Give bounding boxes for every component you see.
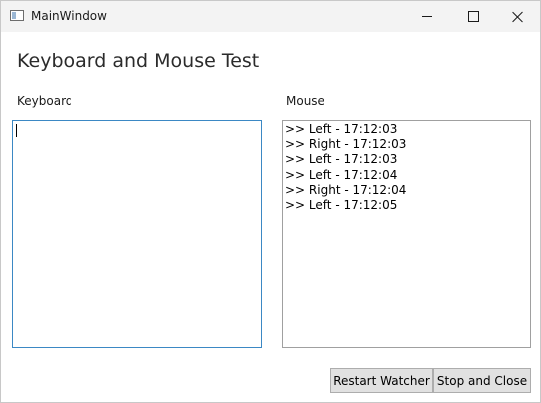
keyboard-label: Keyboard [17, 94, 71, 108]
list-item[interactable]: >> Left - 17:12:04 [285, 168, 530, 183]
mouse-event-list[interactable]: >> Left - 17:12:03 >> Right - 17:12:03 >… [282, 120, 531, 348]
minimize-icon [422, 16, 432, 17]
app-window-icon [10, 10, 24, 21]
title-bar[interactable]: MainWindow [1, 1, 540, 32]
list-item[interactable]: >> Right - 17:12:04 [285, 183, 530, 198]
main-window: MainWindow Keyboard and Mouse Test Keybo… [0, 0, 541, 403]
restart-watcher-button[interactable]: Restart Watcher [330, 368, 433, 393]
text-caret [16, 124, 17, 137]
page-heading: Keyboard and Mouse Test [17, 50, 260, 72]
maximize-button[interactable] [450, 1, 496, 32]
close-button[interactable] [495, 1, 541, 32]
close-icon [512, 11, 524, 23]
minimize-button[interactable] [404, 1, 450, 32]
list-item[interactable]: >> Left - 17:12:03 [285, 122, 530, 137]
mouse-label: Mouse [286, 94, 324, 108]
keyboard-textbox[interactable] [12, 120, 262, 348]
stop-and-close-button[interactable]: Stop and Close [433, 368, 531, 393]
list-item[interactable]: >> Right - 17:12:03 [285, 137, 530, 152]
list-item[interactable]: >> Left - 17:12:05 [285, 198, 530, 213]
window-title: MainWindow [31, 9, 107, 23]
maximize-icon [467, 11, 479, 22]
list-item[interactable]: >> Left - 17:12:03 [285, 152, 530, 167]
